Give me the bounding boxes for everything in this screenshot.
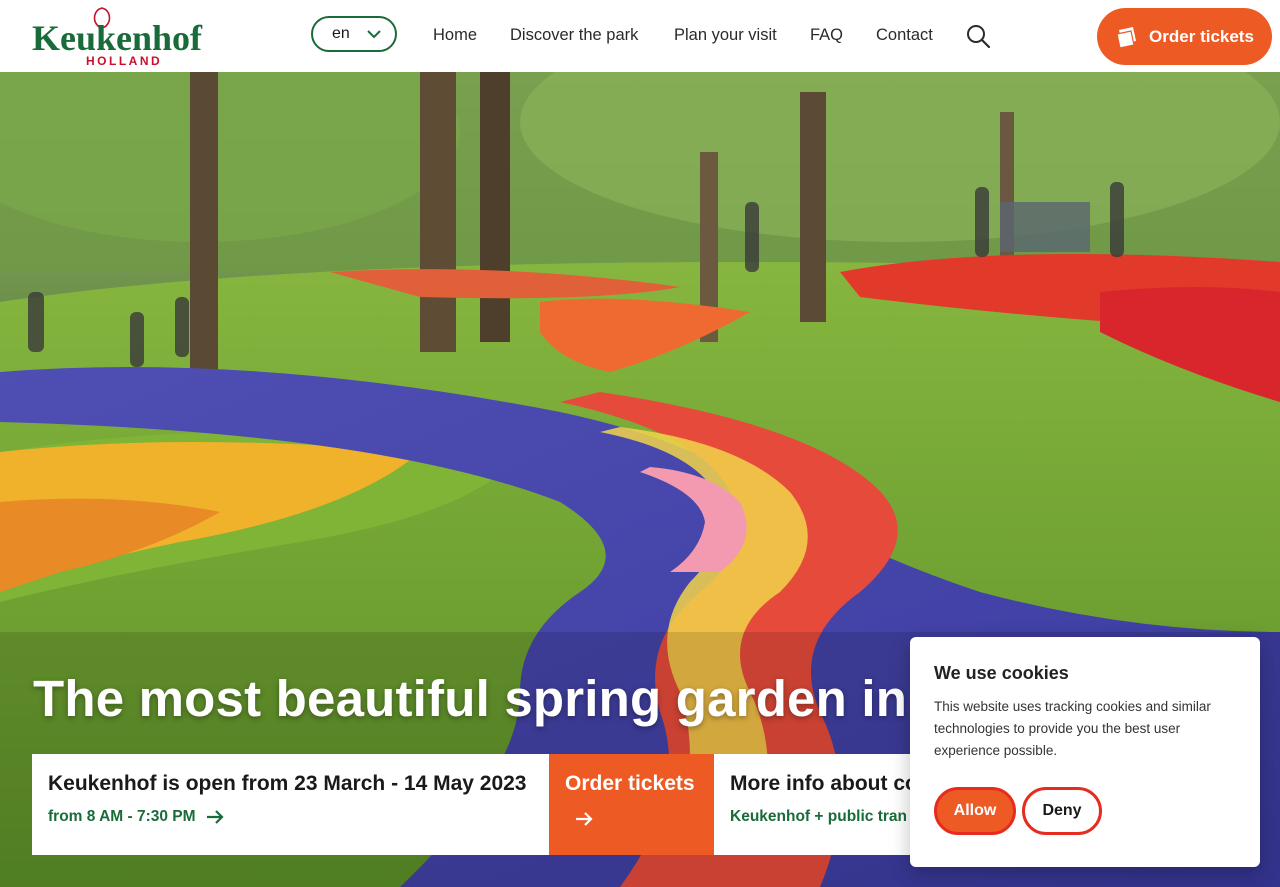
hero-headline: The most beautiful spring garden in the: [33, 670, 999, 727]
nav-plan-your-visit[interactable]: Plan your visit: [674, 26, 777, 45]
nav-contact[interactable]: Contact: [876, 26, 933, 45]
language-value: en: [332, 25, 350, 42]
nav-faq[interactable]: FAQ: [810, 26, 843, 45]
allow-cookies-button[interactable]: Allow: [934, 787, 1016, 835]
chevron-down-icon: [367, 30, 381, 39]
opening-hours-card[interactable]: Keukenhof is open from 23 March - 14 May…: [32, 754, 549, 855]
cookie-banner-actions: Allow Deny: [934, 787, 1102, 835]
arrow-right-icon: [206, 810, 224, 824]
order-tickets-card-arrow: [565, 812, 698, 826]
site-header: Keukenhof HOLLAND en Home Discover the p…: [0, 0, 1280, 72]
order-tickets-button[interactable]: Order tickets: [1097, 8, 1272, 65]
search-icon[interactable]: [965, 23, 991, 49]
language-selector[interactable]: en: [311, 16, 397, 52]
deny-cookies-button[interactable]: Deny: [1022, 787, 1102, 835]
cookie-banner: We use cookies This website uses trackin…: [910, 637, 1260, 867]
opening-hours-title: Keukenhof is open from 23 March - 14 May…: [48, 772, 527, 795]
nav-home[interactable]: Home: [433, 26, 477, 45]
order-tickets-card[interactable]: Order tickets: [549, 754, 714, 855]
more-info-subtitle: Keukenhof + public tran: [730, 808, 907, 825]
keukenhof-logo[interactable]: Keukenhof HOLLAND: [32, 6, 208, 68]
opening-hours-link[interactable]: from 8 AM - 7:30 PM: [48, 808, 533, 826]
order-tickets-card-title: Order tickets: [565, 772, 695, 795]
svg-text:HOLLAND: HOLLAND: [86, 54, 162, 68]
nav-discover-the-park[interactable]: Discover the park: [510, 26, 638, 45]
svg-text:Keukenhof: Keukenhof: [32, 18, 203, 58]
ticket-icon: [1116, 26, 1137, 48]
opening-hours-subtitle: from 8 AM - 7:30 PM: [48, 808, 196, 825]
order-tickets-label: Order tickets: [1149, 26, 1254, 46]
cookie-banner-text: This website uses tracking cookies and s…: [934, 699, 1211, 758]
cookie-banner-title: We use cookies: [934, 663, 1069, 683]
arrow-right-icon: [576, 812, 593, 826]
